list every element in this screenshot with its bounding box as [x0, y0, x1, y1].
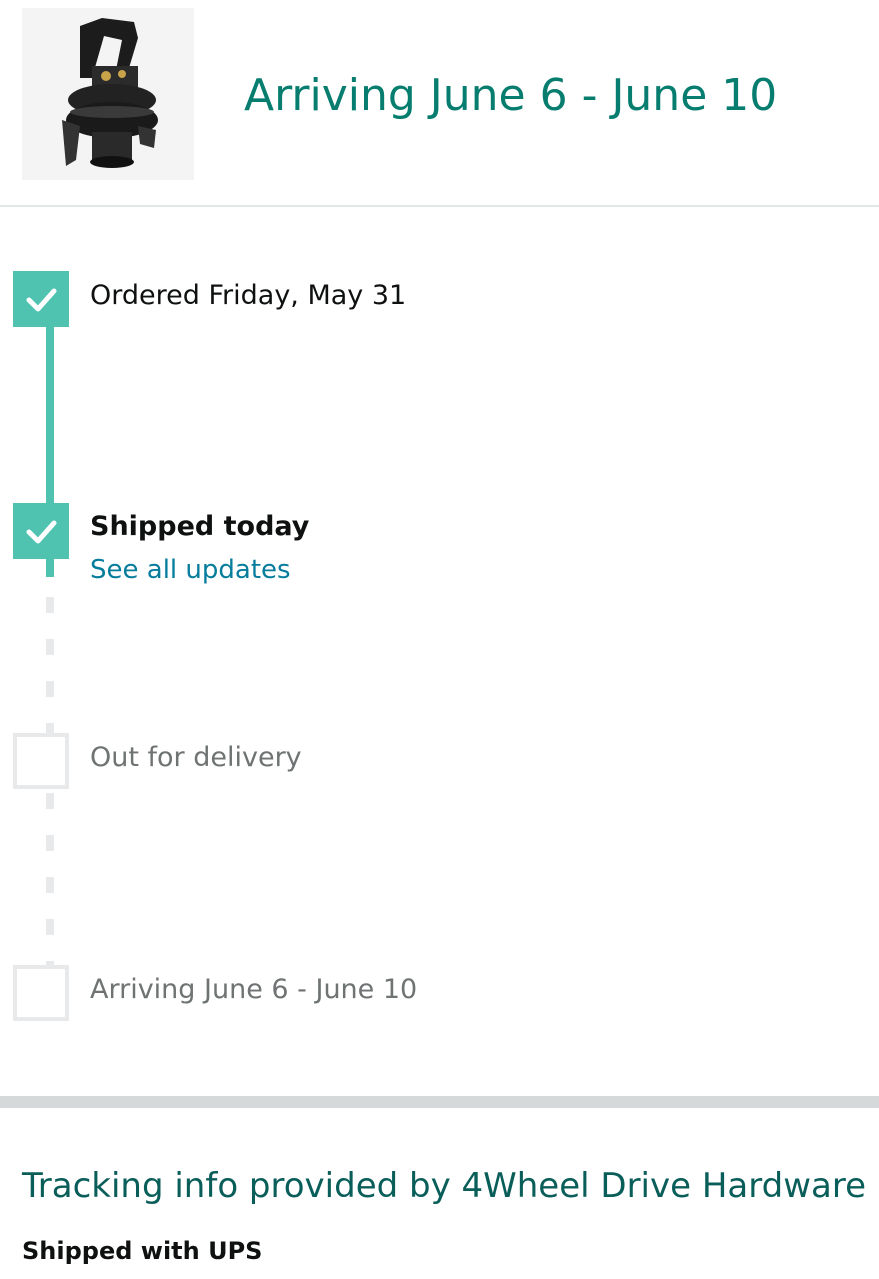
product-image[interactable] — [22, 8, 194, 180]
step-ordered-label: Ordered Friday, May 31 — [90, 280, 407, 311]
progress-line-dash — [46, 681, 54, 697]
step-shipped-marker — [13, 503, 69, 559]
step-arriving-marker — [13, 965, 69, 1021]
tracking-timeline: Ordered Friday, May 31 Shipped today See… — [0, 207, 879, 1100]
carrier-label: Shipped with UPS — [22, 1237, 263, 1265]
check-icon — [26, 520, 57, 544]
progress-line-dash — [46, 877, 54, 893]
progress-line-dash — [46, 919, 54, 935]
arrival-title: Arriving June 6 - June 10 — [244, 70, 778, 121]
step-arriving-label: Arriving June 6 - June 10 — [90, 974, 418, 1005]
progress-line-dash — [46, 597, 54, 613]
step-shipped-label: Shipped today — [90, 511, 310, 542]
product-photo-icon — [22, 8, 194, 180]
tracking-info-title: Tracking info provided by 4Wheel Drive H… — [22, 1166, 867, 1206]
check-icon — [26, 288, 57, 312]
step-ordered-marker — [13, 271, 69, 327]
order-header: Arriving June 6 - June 10 — [0, 0, 879, 205]
progress-line-dash — [46, 793, 54, 809]
progress-line-dash — [46, 639, 54, 655]
see-all-updates-link[interactable]: See all updates — [90, 553, 291, 587]
step-out-for-delivery-label: Out for delivery — [90, 742, 302, 773]
progress-line-dash — [46, 835, 54, 851]
section-divider — [0, 1096, 879, 1108]
step-out-for-delivery-marker — [13, 733, 69, 789]
